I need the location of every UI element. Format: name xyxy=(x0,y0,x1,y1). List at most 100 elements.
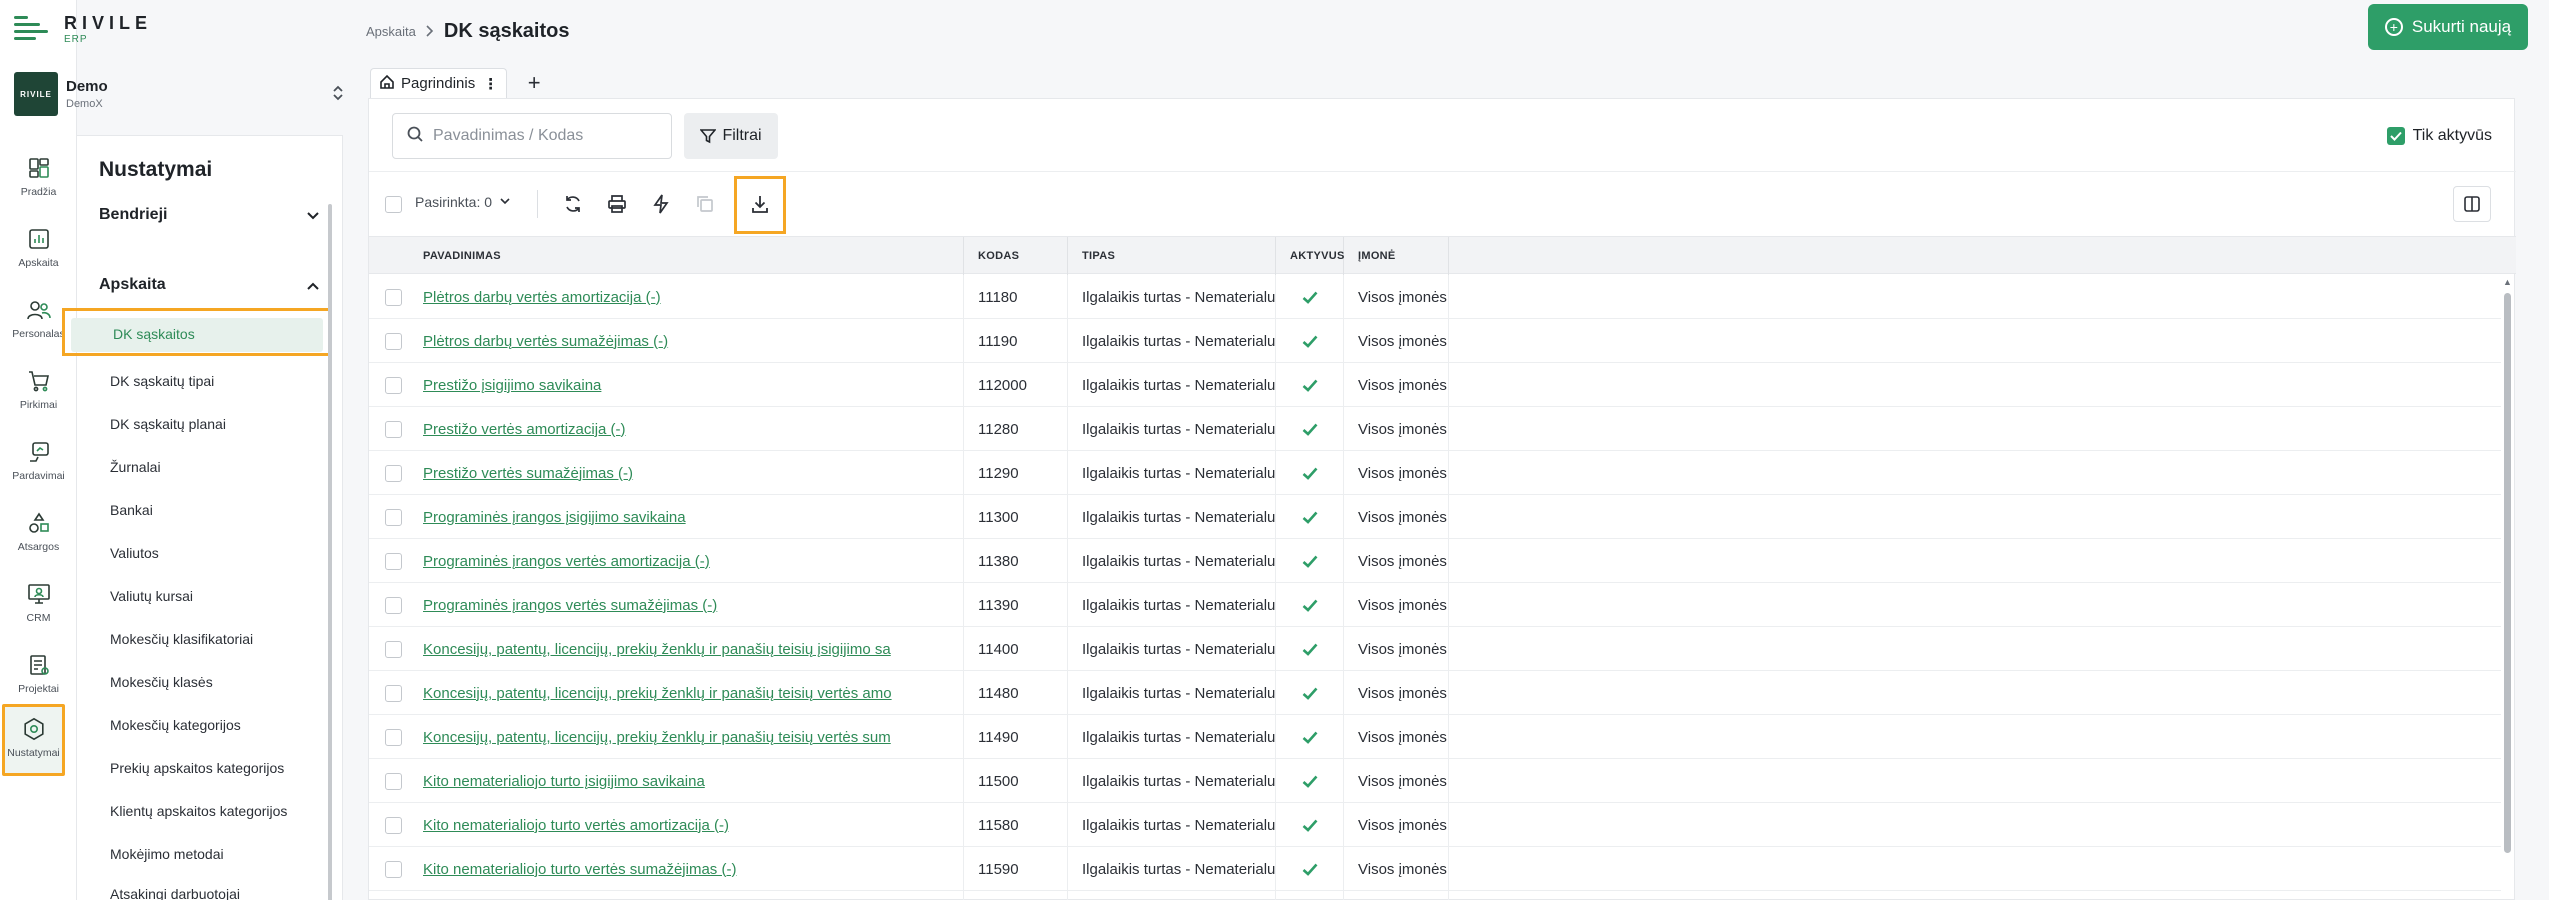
table-row[interactable]: Programinės įrangos įsigijimo savikaina 1… xyxy=(369,495,2501,539)
search-box[interactable] xyxy=(392,113,672,159)
menu-item-mokejimo-metodai[interactable]: Mokėjimo metodai xyxy=(110,846,224,862)
table-row[interactable]: Programinės įrangos vertės sumažėjimas (… xyxy=(369,583,2501,627)
breadcrumb-root[interactable]: Apskaita xyxy=(366,24,416,39)
row-checkbox[interactable] xyxy=(385,333,402,350)
table-row[interactable]: Prestižo įsigijimo savikaina 112000 Ilgala… xyxy=(369,363,2501,407)
row-name-link[interactable]: Prestižo vertės amortizacija (-) xyxy=(423,421,626,438)
menu-item-mokesciu-klases[interactable]: Mokesčių klasės xyxy=(110,674,213,690)
only-active-checkbox[interactable] xyxy=(2386,127,2405,145)
rail-item-projektai[interactable]: Projektai xyxy=(0,643,77,707)
selection-dropdown[interactable]: Pasirinkta: 0 xyxy=(415,194,510,210)
row-checkbox[interactable] xyxy=(385,421,402,438)
rail-item-pardavimai[interactable]: Pardavimai xyxy=(0,430,77,494)
only-active-toggle[interactable]: Tik aktyvūs xyxy=(2386,127,2492,145)
row-name-link[interactable]: Kito nematerialiojo turto įsigijimo savi… xyxy=(423,773,705,790)
row-checkbox[interactable] xyxy=(385,553,402,570)
people-icon xyxy=(25,296,53,324)
row-checkbox[interactable] xyxy=(385,729,402,746)
table-row[interactable]: Kito nematerialiojo turto vertės sumažėj… xyxy=(369,847,2501,891)
table-row[interactable]: Prestižo vertės sumažėjimas (-) 11290 Ilga… xyxy=(369,451,2501,495)
menu-item-atsakingi-darbuotojai[interactable]: Atsakingi darbuotojai xyxy=(110,886,240,900)
row-name-link[interactable]: Plėtros darbų vertės amortizacija (-) xyxy=(423,289,661,306)
table-row[interactable]: Plėtros darbų vertės amortizacija (-) 111… xyxy=(369,275,2501,319)
add-tab-button[interactable]: + xyxy=(519,70,549,96)
row-name-link[interactable]: Programinės įrangos vertės amortizacija … xyxy=(423,553,710,570)
row-checkbox[interactable] xyxy=(385,685,402,702)
col-header-pavadinimas[interactable]: PAVADINIMAS xyxy=(409,237,964,275)
print-icon[interactable] xyxy=(605,192,629,216)
company-switcher[interactable]: RIVILE Demo DemoX xyxy=(14,70,343,118)
col-header-kodas[interactable]: KODAS xyxy=(964,237,1068,275)
chevron-updown-icon[interactable] xyxy=(332,84,344,102)
search-input[interactable] xyxy=(433,127,653,145)
menu-item-bankai[interactable]: Bankai xyxy=(110,502,153,518)
row-name-link[interactable]: Koncesijų, patentų, licencijų, prekių že… xyxy=(423,729,891,746)
table-row[interactable]: Programinės įrangos vertės amortizacija … xyxy=(369,539,2501,583)
lightning-icon[interactable] xyxy=(649,192,673,216)
menu-group-label: Apskaita xyxy=(99,276,166,293)
row-name-link[interactable]: Prestižo įsigijimo savikaina xyxy=(423,377,601,394)
row-checkbox[interactable] xyxy=(385,377,402,394)
row-name-link[interactable]: Kito nematerialiojo turto vertės sumažėj… xyxy=(423,861,736,878)
table-row[interactable]: Kito nematerialiojo turto vertės amortiz… xyxy=(369,803,2501,847)
row-name-link[interactable]: Plėtros darbų vertės sumažėjimas (-) xyxy=(423,333,668,350)
scroll-thumb[interactable] xyxy=(2504,293,2511,853)
table-scrollbar[interactable]: ▲ xyxy=(2501,275,2513,900)
rail-item-apskaita[interactable]: Apskaita xyxy=(0,217,77,281)
row-checkbox[interactable] xyxy=(385,773,402,790)
row-name-link[interactable]: Prestižo vertės sumažėjimas (-) xyxy=(423,465,633,482)
col-header-tipas[interactable]: TIPAS xyxy=(1068,237,1276,275)
rail-item-pirkimai[interactable]: Pirkimai xyxy=(0,359,77,423)
table-row[interactable]: Koncesijų, patentų, licencijų, prekių že… xyxy=(369,715,2501,759)
select-all-checkbox[interactable] xyxy=(385,196,402,213)
download-button[interactable] xyxy=(734,176,786,234)
row-checkbox[interactable] xyxy=(385,289,402,306)
menu-item-dk-saskaitu-planai[interactable]: DK sąskaitų planai xyxy=(110,416,226,432)
menu-item-klientu-apskaitos-kategorijos[interactable]: Klientų apskaitos kategorijos xyxy=(110,803,287,819)
menu-item-dk-saskaitu-tipai[interactable]: DK sąskaitų tipai xyxy=(110,373,214,389)
rail-item-nustatymai[interactable]: Nustatymai xyxy=(2,704,65,776)
rail-item-atsargos[interactable]: Atsargos xyxy=(0,501,77,565)
row-checkbox[interactable] xyxy=(385,465,402,482)
row-name-link[interactable]: Kito nematerialiojo turto vertės amortiz… xyxy=(423,817,729,834)
row-checkbox[interactable] xyxy=(385,641,402,658)
row-name-link[interactable]: Programinės įrangos vertės sumažėjimas (… xyxy=(423,597,717,614)
menu-item-valiutos[interactable]: Valiutos xyxy=(110,545,159,561)
row-company: Visos įmonės xyxy=(1344,891,1449,900)
menu-item-mokesciu-kategorijos[interactable]: Mokesčių kategorijos xyxy=(110,717,241,733)
scroll-up-icon[interactable]: ▲ xyxy=(2503,277,2512,287)
menu-item-prekiu-apskaitos-kategorijos[interactable]: Prekių apskaitos kategorijos xyxy=(110,760,284,776)
table-row[interactable]: Prestižo vertės amortizacija (-) 11280 Ilg… xyxy=(369,407,2501,451)
more-vertical-icon[interactable]: ⋮ xyxy=(483,75,498,93)
rail-item-pradzia[interactable]: Pradžia xyxy=(0,146,77,210)
row-name-link[interactable]: Koncesijų, patentų, licencijų, prekių že… xyxy=(423,685,892,702)
logo[interactable]: RIVILE ERP xyxy=(14,14,152,45)
row-name-link[interactable]: Programinės įrangos įsigijimo savikaina xyxy=(423,509,686,526)
menu-item-mokesciu-klasifikatoriai[interactable]: Mokesčių klasifikatoriai xyxy=(110,631,253,647)
filter-button[interactable]: Filtrai xyxy=(684,113,778,159)
menu-item-dk-saskaitos[interactable]: DK sąskaitos xyxy=(62,308,332,356)
row-checkbox[interactable] xyxy=(385,861,402,878)
menu-scrollbar[interactable] xyxy=(328,204,332,900)
row-name-link[interactable]: Koncesijų, patentų, licencijų, prekių že… xyxy=(423,641,891,658)
refresh-icon[interactable] xyxy=(561,192,585,216)
rail-item-crm[interactable]: CRM xyxy=(0,572,77,636)
row-checkbox[interactable] xyxy=(385,509,402,526)
menu-group-bendrieji[interactable]: Bendrieji xyxy=(99,206,319,224)
table-row[interactable]: Sumokėti avansai už nematerialųjį turtą1… xyxy=(369,891,2501,900)
table-row[interactable]: Koncesijų, patentų, licencijų, prekių že… xyxy=(369,671,2501,715)
menu-item-valiutu-kursai[interactable]: Valiutų kursai xyxy=(110,588,193,604)
create-new-button[interactable]: + Sukurti naują xyxy=(2368,4,2528,50)
col-header-aktyvus[interactable]: AKTYVUS xyxy=(1276,237,1344,275)
col-header-imone[interactable]: ĮMONĖ xyxy=(1344,237,1449,275)
row-checkbox[interactable] xyxy=(385,597,402,614)
tab-pagrindinis[interactable]: Pagrindinis ⋮ xyxy=(370,68,508,98)
table-row[interactable]: Kito nematerialiojo turto įsigijimo savi… xyxy=(369,759,2501,803)
table-row[interactable]: Plėtros darbų vertės sumažėjimas (-) 1119… xyxy=(369,319,2501,363)
row-checkbox[interactable] xyxy=(385,817,402,834)
columns-toggle-button[interactable] xyxy=(2453,186,2491,222)
menu-group-apskaita[interactable]: Apskaita xyxy=(99,276,319,294)
menu-item-zurnalai[interactable]: Žurnalai xyxy=(110,459,161,475)
table-row[interactable]: Koncesijų, patentų, licencijų, prekių že… xyxy=(369,627,2501,671)
menu-icon[interactable] xyxy=(14,14,54,44)
